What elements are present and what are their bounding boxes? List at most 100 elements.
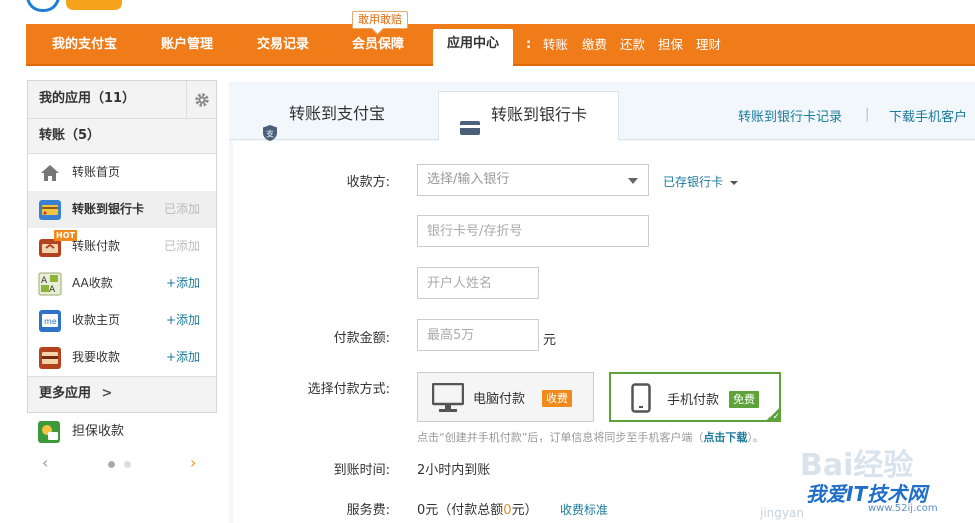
nav-separator: : [526,37,532,52]
svg-text:A: A [49,285,56,295]
chevron-down-icon [729,180,738,185]
more-apps-label: 更多应用 [39,386,92,401]
nav-link-repay[interactable]: 还款 [620,24,645,66]
extra-app-label: 担保收款 [72,424,125,439]
chevron-right-icon: > [101,386,113,401]
tab-label: 转账到支付宝 [289,104,386,123]
fee-text: 0元（付款总额 [417,503,504,518]
pager-prev-icon[interactable]: ‹ [42,453,48,472]
shield-icon: 支 [261,105,279,141]
service-fee-label: 服务费: [346,503,390,518]
sidebar-item-collect-home[interactable]: me 收款主页 +添加 [28,302,216,339]
sidebar-item-label: 我要收款 [72,350,121,364]
fee-amount: 0 [503,503,512,518]
nav-link-guarantee[interactable]: 担保 [658,24,683,66]
arrival-time-label: 到账时间: [333,463,390,478]
added-status: 已添加 [163,239,200,253]
charge-badge: 收费 [542,390,572,407]
nav-link-transfer[interactable]: 转账 [543,24,568,66]
sidebar-item-transfer-home[interactable]: 转账首页 [28,154,216,191]
pay-by-mobile-option[interactable]: 手机付款 免费 ✓ [609,372,781,422]
bank-select-placeholder: 选择/输入银行 [427,172,510,187]
nav-trade-records[interactable]: 交易记录 [257,24,309,66]
payee-label: 收款方: [346,175,390,190]
account-holder-input[interactable] [417,267,539,299]
app-sidebar: 我的应用（11） 转账（5） 转账首页 转账到银行卡 已添加 HOT 转账付款 … [27,80,217,413]
hint-end: ）。 [747,431,764,444]
monitor-icon [431,382,465,416]
pager-dot[interactable] [124,461,131,468]
nav-link-finance[interactable]: 理财 [696,24,721,66]
bank-card-icon [38,198,62,222]
gear-icon[interactable] [186,81,216,118]
amount-input[interactable] [417,319,539,351]
nav-account[interactable]: 账户管理 [161,24,213,66]
sidebar-item-label: 收款主页 [72,313,121,327]
tab-label: 转账到银行卡 [491,105,588,124]
payment-method-label: 选择付款方式: [307,382,390,397]
add-app-link[interactable]: +添加 [166,302,200,339]
chevron-down-icon [628,178,638,184]
promo-bubble: 敢用敢赔 [352,11,408,29]
pay-by-pc-label: 电脑付款 [473,392,526,407]
tab-divider: | [865,107,870,122]
check-icon: ✓ [765,406,781,422]
sidebar-group-transfer[interactable]: 转账（5） [28,119,216,154]
add-app-link[interactable]: +添加 [166,265,200,302]
hot-badge: HOT [54,230,77,241]
nav-app-center[interactable]: 应用中心 [433,29,514,68]
home-icon [38,161,62,185]
guarantee-collect-icon [37,420,61,444]
sidebar-item-transfer-bank[interactable]: 转账到银行卡 已添加 [28,191,216,228]
mobile-phone-icon [631,383,651,416]
sidebar-item-label: AA收款 [72,276,113,290]
service-fee-value: 0元（付款总额0元） [417,499,538,518]
sidebar-header: 我的应用（11） [28,81,216,119]
pay-by-mobile-label: 手机付款 [667,393,720,408]
svg-text:支: 支 [266,129,274,139]
extra-app-guarantee-collect[interactable]: 担保收款 [37,419,124,445]
saved-cards-label: 已存银行卡 [663,175,724,189]
sidebar-item-want-collect[interactable]: 我要收款 +添加 [28,339,216,376]
pay-by-pc-option[interactable]: 电脑付款 收费 [417,372,594,422]
collect-home-icon: me [38,309,62,333]
sidebar-item-aa-collect[interactable]: AA AA收款 +添加 [28,265,216,302]
transfer-tabs: 支 转账到支付宝 转账到银行卡 转账到银行卡记录 | 下载手机客户 [229,82,975,141]
download-mobile-client-link[interactable]: 下载手机客户 [889,106,967,125]
sidebar-item-label: 转账首页 [72,165,121,179]
added-status: 已添加 [163,202,200,216]
pager-dot-active[interactable] [108,461,115,468]
sidebar-item-label: 转账到银行卡 [72,202,145,216]
mobile-sync-hint: 点击“创建并手机付款”后，订单信息将同步至手机客户端（点击下载）。 [417,429,764,445]
svg-text:A: A [41,276,48,286]
more-apps-link[interactable]: 更多应用 > [28,376,216,412]
card-icon [460,108,480,135]
fee-text-end: 元） [511,503,538,518]
card-number-input[interactable] [417,215,649,247]
aa-collect-icon: AA [38,272,62,296]
sidebar-item-label: 转账付款 [72,239,121,253]
svg-text:me: me [44,317,57,326]
main-nav: 我的支付宝 账户管理 交易记录 会员保障 应用中心 : 转账 缴费 还款 担保 … [26,24,975,68]
pager-next-icon[interactable]: › [190,453,196,472]
fee-standard-link[interactable]: 收费标准 [560,501,608,518]
amount-label: 付款金额: [333,331,390,346]
free-badge: 免费 [729,391,759,408]
arrival-time-value: 2小时内到账 [417,463,491,478]
alipay-logo[interactable] [26,0,124,14]
want-collect-icon [38,346,62,370]
add-app-link[interactable]: +添加 [166,339,200,376]
nav-link-bills[interactable]: 缴费 [582,24,607,66]
sidebar-item-transfer-pay[interactable]: HOT 转账付款 已添加 [28,228,216,265]
tab-transfer-to-bank[interactable]: 转账到银行卡 [438,91,619,141]
sidebar-title: 我的应用（11） [39,91,136,106]
bank-transfer-records-link[interactable]: 转账到银行卡记录 [738,106,842,125]
jingyan-watermark: jingyan [760,506,804,520]
amount-unit: 元 [543,333,557,348]
hint-text: 点击“创建并手机付款”后，订单信息将同步至手机客户端（ [417,431,704,444]
download-client-link[interactable]: 点击下载 [703,431,747,444]
saved-cards-dropdown[interactable]: 已存银行卡 [663,173,738,190]
bank-select[interactable]: 选择/输入银行 [417,164,649,196]
domain-watermark: www.52ij.com [868,503,938,514]
nav-my-alipay[interactable]: 我的支付宝 [52,24,117,66]
